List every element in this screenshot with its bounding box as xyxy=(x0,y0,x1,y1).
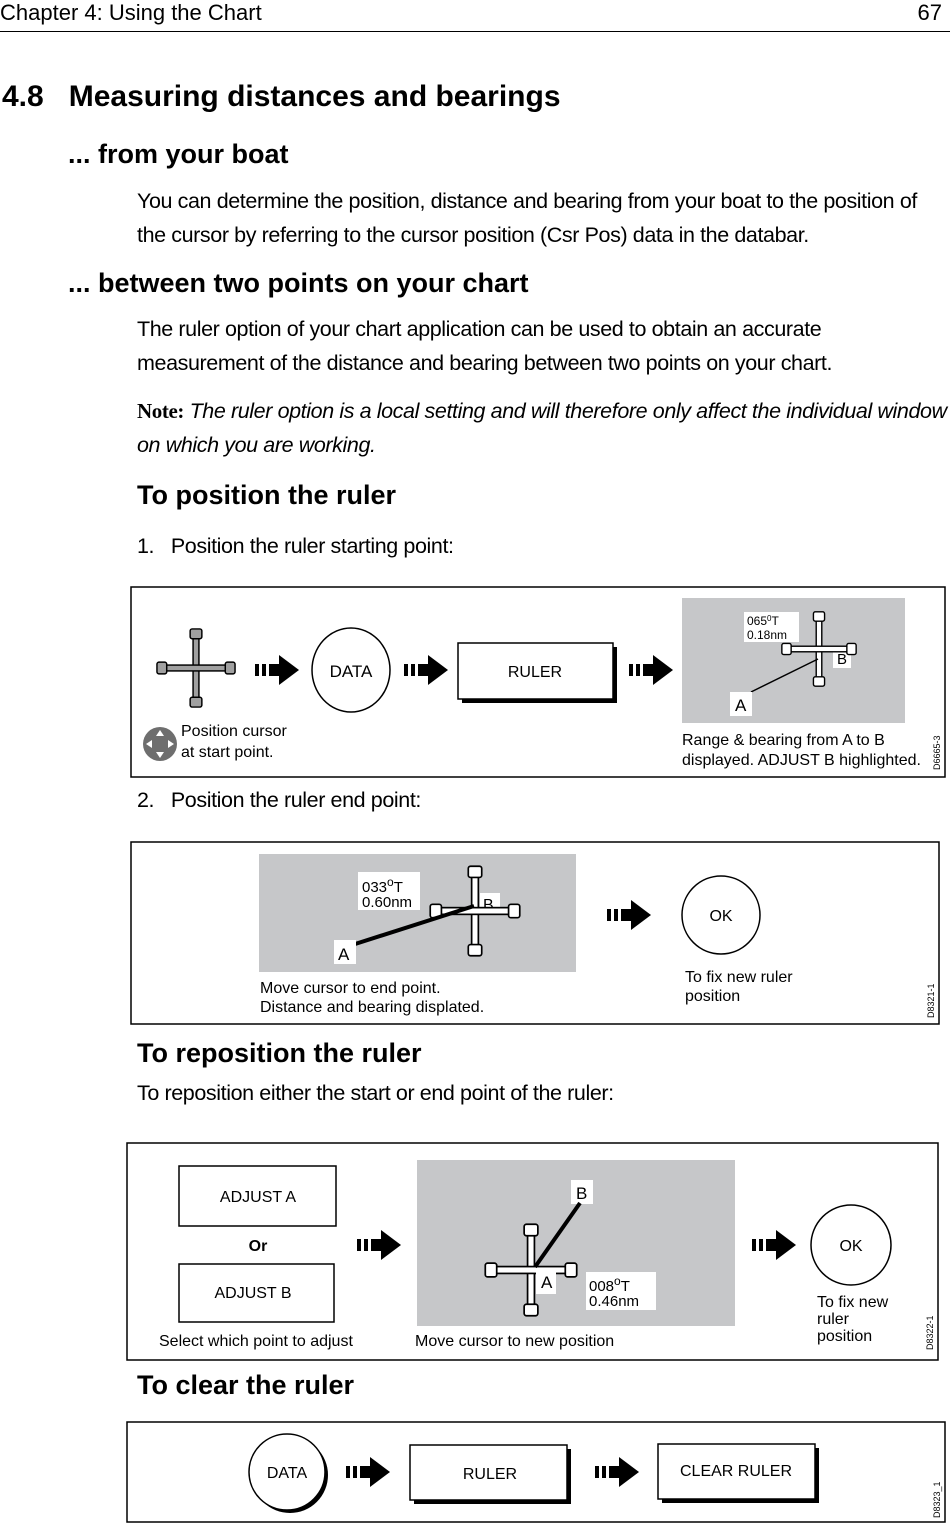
arrow-icon xyxy=(404,655,448,685)
cursor-caption: Position cursor xyxy=(181,723,287,740)
arrow-icon xyxy=(752,1230,796,1260)
adjust-a-label: ADJUST A xyxy=(220,1189,297,1206)
ok-caption: ruler xyxy=(817,1311,850,1328)
clear-ruler-button-label: CLEAR RULER xyxy=(680,1463,792,1480)
arrow-icon xyxy=(595,1457,639,1487)
distance-readout: 0.60nm xyxy=(362,894,412,911)
data-button-label: DATA xyxy=(267,1465,308,1482)
adjust-b-label: ADJUST B xyxy=(214,1285,291,1302)
cursor-cross-icon xyxy=(156,628,236,708)
arrow-icon xyxy=(607,900,651,930)
cursor-caption: at start point. xyxy=(181,744,274,761)
figure-reposition: ADJUST A Or ADJUST B Select which point … xyxy=(126,1142,939,1361)
ok-button-label: OK xyxy=(839,1238,862,1255)
figure-code: D6665-3 xyxy=(932,735,942,770)
range-caption: displayed. ADJUST B highlighted. xyxy=(682,752,921,769)
move-caption: Move cursor to new position xyxy=(415,1333,614,1350)
ok-caption: position xyxy=(817,1328,872,1345)
figure-code: D8321-1 xyxy=(926,983,936,1018)
point-b-label: B xyxy=(837,651,847,668)
point-a-label: A xyxy=(541,1273,553,1292)
data-button-label: DATA xyxy=(330,662,373,681)
move-caption: Move cursor to end point. xyxy=(260,980,441,997)
chart-view xyxy=(259,854,576,972)
point-a-label: A xyxy=(735,696,747,715)
range-caption: Range & bearing from A to B xyxy=(682,732,885,749)
ok-caption: To fix new ruler xyxy=(685,969,793,986)
distance-readout: 0.46nm xyxy=(589,1293,639,1310)
bearing-readout: 008oT xyxy=(589,1274,630,1295)
dpad-icon xyxy=(143,727,177,761)
arrow-icon xyxy=(346,1457,390,1487)
figure-code: D8322-1 xyxy=(925,1315,935,1350)
select-caption: Select which point to adjust xyxy=(159,1333,353,1350)
figure-code: D8323_1 xyxy=(932,1481,942,1518)
ok-button-label: OK xyxy=(709,908,732,925)
ok-caption: position xyxy=(685,988,740,1005)
arrow-icon xyxy=(357,1230,401,1260)
move-caption: Distance and bearing displated. xyxy=(260,999,484,1016)
bearing-readout: 0650T xyxy=(747,614,779,628)
point-b-label: B xyxy=(576,1184,587,1203)
ok-caption: To fix new xyxy=(817,1294,889,1311)
ruler-button-label: RULER xyxy=(463,1466,517,1483)
point-a-label: A xyxy=(338,945,350,964)
arrow-icon xyxy=(629,655,673,685)
arrow-icon xyxy=(255,655,299,685)
figure-position-start: DATA RULER 0650T 0.18nm B A Position cur… xyxy=(130,586,946,778)
bearing-readout: 033oT xyxy=(362,875,403,896)
ruler-button-label: RULER xyxy=(508,664,562,681)
or-label: Or xyxy=(249,1238,268,1255)
distance-readout: 0.18nm xyxy=(747,628,787,642)
figures: DATA RULER 0650T 0.18nm B A Position cur… xyxy=(126,586,946,1523)
figure-position-end: 033oT 0.60nm B A Move cursor to end poin… xyxy=(130,841,940,1025)
figure-clear: DATA RULER CLEAR RULER D8323_1 xyxy=(126,1421,946,1523)
